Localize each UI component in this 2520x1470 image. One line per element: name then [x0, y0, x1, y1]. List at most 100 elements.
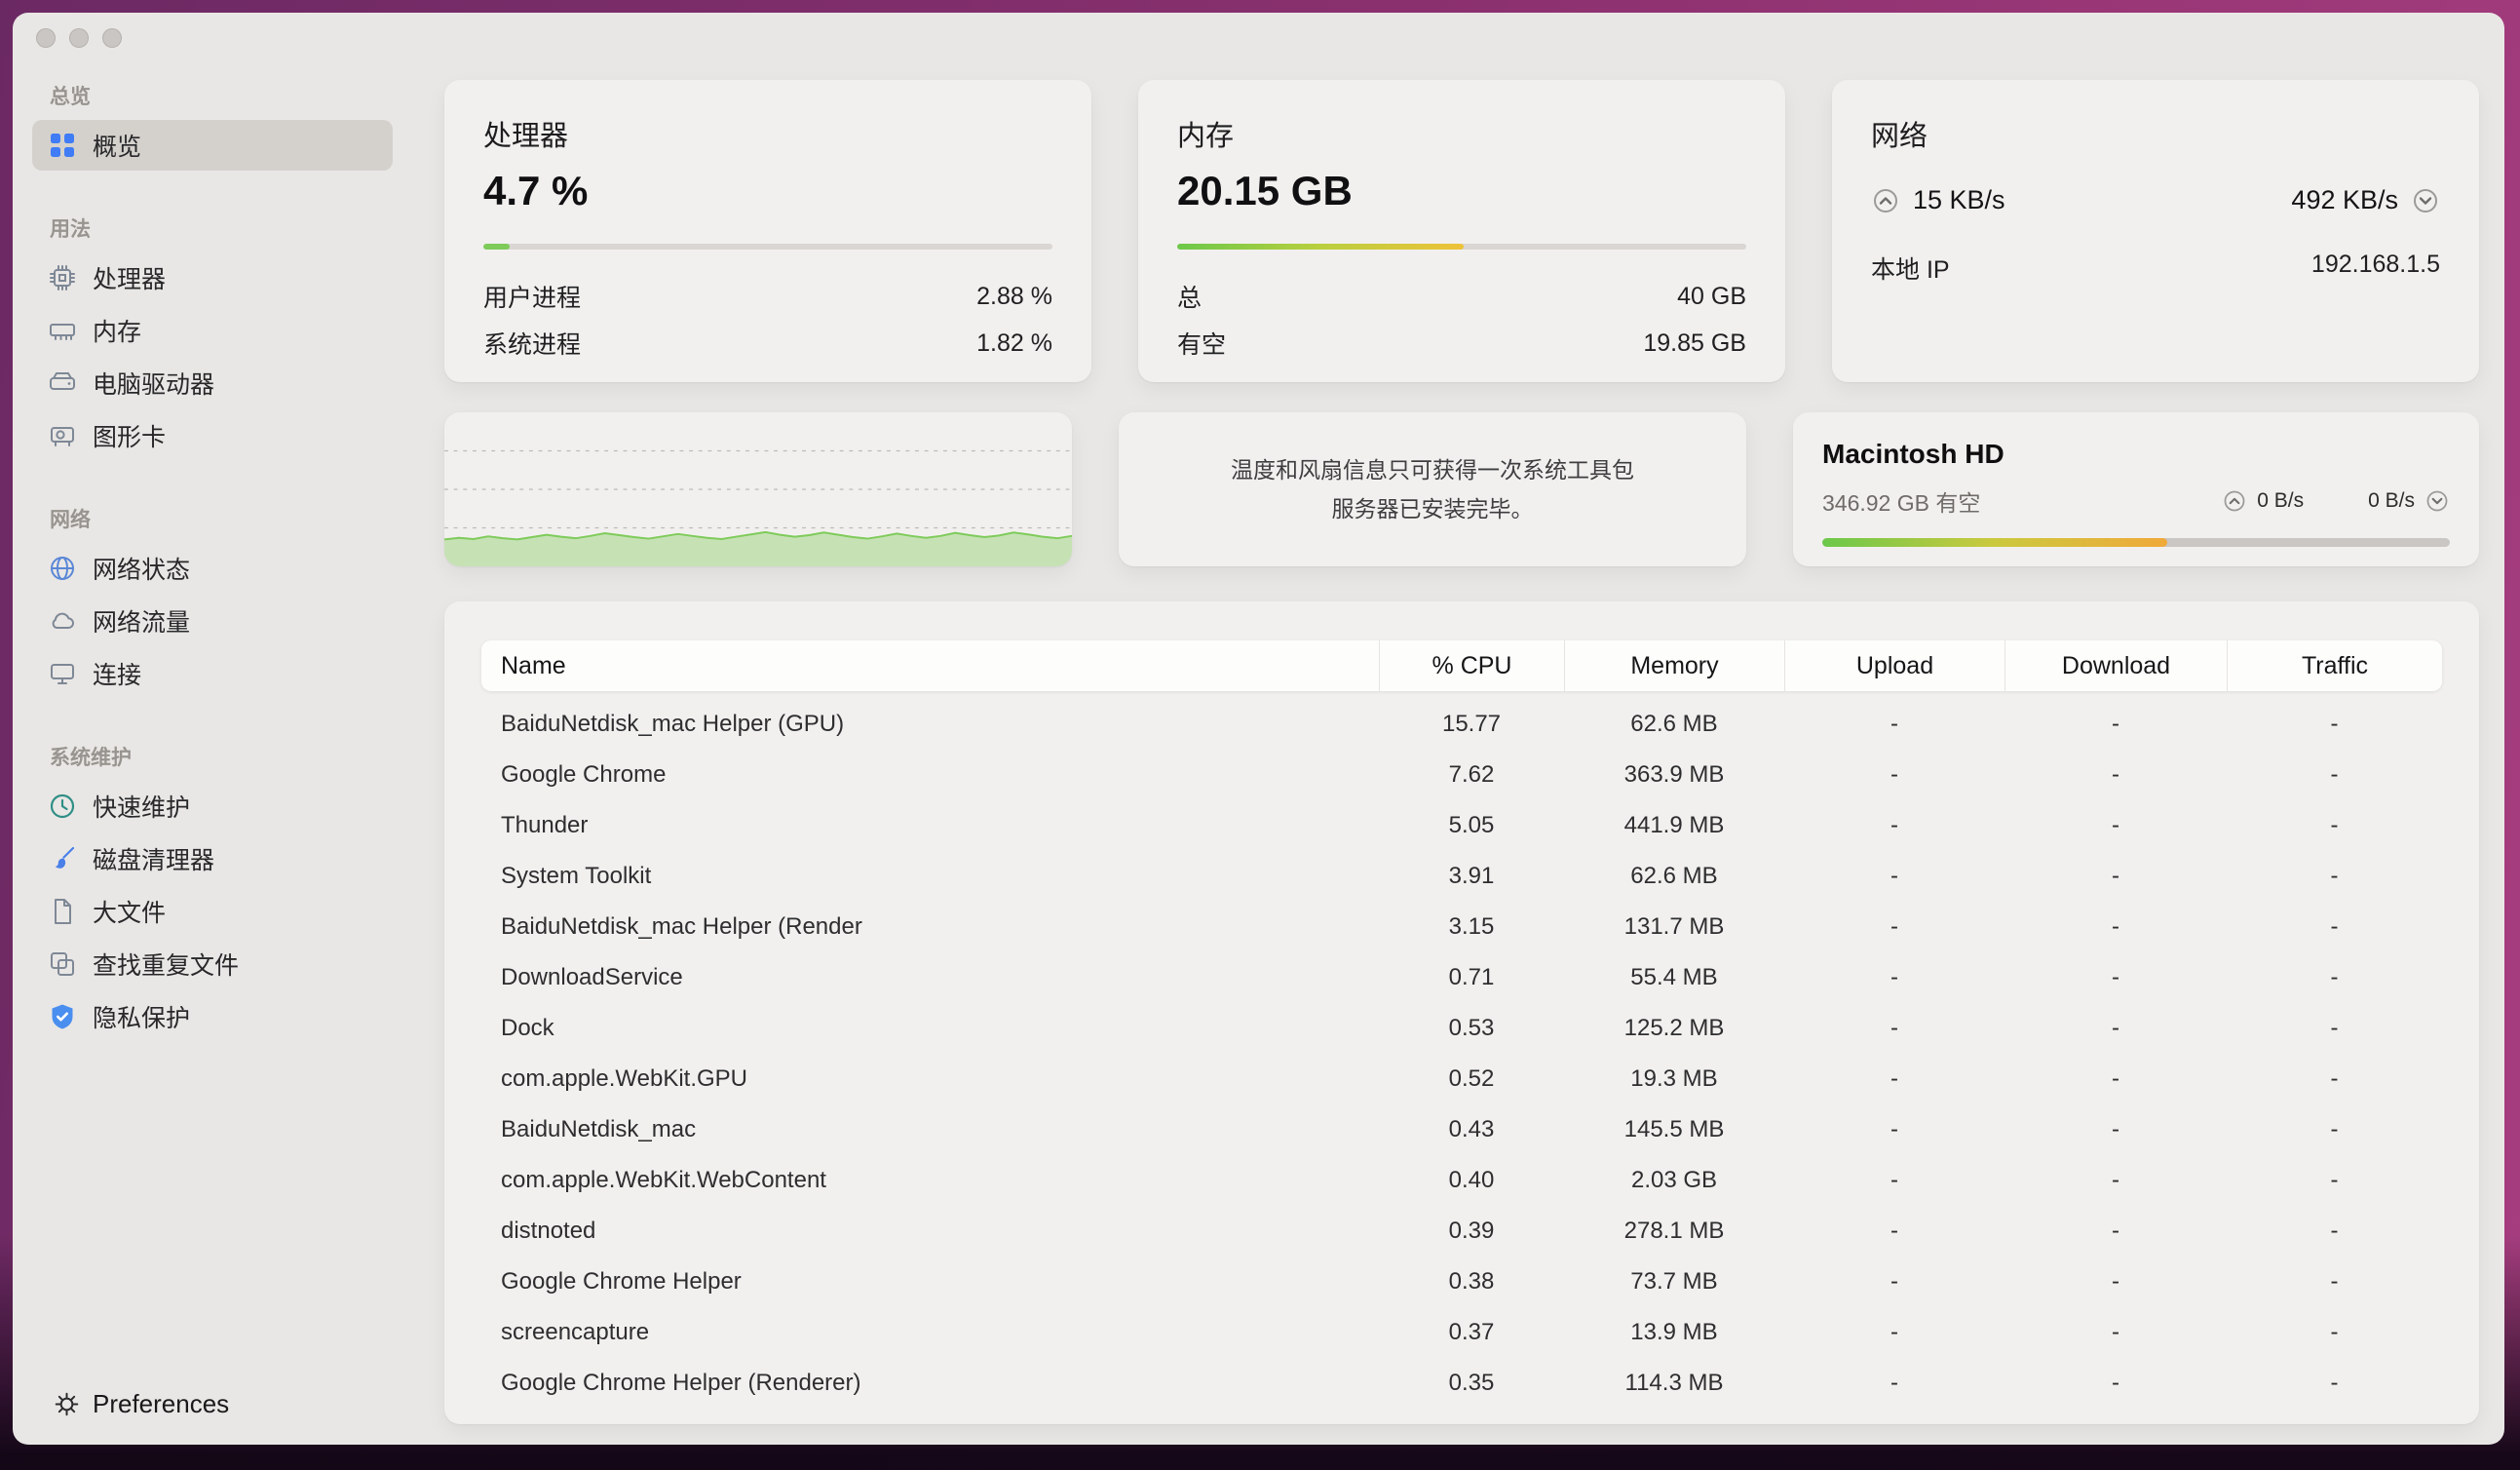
process-upload-cell: - — [1784, 1065, 2005, 1093]
local-ip-label: 本地 IP — [1871, 251, 1950, 286]
table-row[interactable]: Thunder5.05441.9 MB--- — [481, 800, 2442, 851]
sidebar-item-network-traffic[interactable]: 网络流量 — [32, 596, 393, 646]
cpu-icon — [48, 263, 77, 292]
process-memory-cell: 131.7 MB — [1564, 913, 1784, 941]
sidebar-item-overview[interactable]: 概览 — [32, 120, 393, 171]
cpu-history-chart — [444, 412, 1072, 566]
sidebar-item-large-files[interactable]: 大文件 — [32, 886, 393, 937]
close-button[interactable] — [36, 28, 56, 48]
table-row[interactable]: com.apple.WebKit.WebContent0.402.03 GB--… — [481, 1155, 2442, 1206]
sidebar-item-connections[interactable]: 连接 — [32, 648, 393, 699]
process-memory-cell: 145.5 MB — [1564, 1116, 1784, 1143]
process-name-cell: screencapture — [481, 1319, 1379, 1346]
table-row[interactable]: BaiduNetdisk_mac Helper (GPU)15.7762.6 M… — [481, 699, 2442, 750]
column-header-memory[interactable]: Memory — [1564, 640, 1784, 691]
process-memory-cell: 62.6 MB — [1564, 711, 1784, 738]
sidebar-item-label: 网络流量 — [93, 603, 190, 638]
privacy-shield-icon — [48, 1002, 77, 1031]
process-download-cell: - — [2005, 812, 2227, 839]
sidebar-item-network-status[interactable]: 网络状态 — [32, 543, 393, 594]
table-row[interactable]: Google Chrome Helper (Renderer)0.35114.3… — [481, 1358, 2442, 1409]
process-memory-cell: 114.3 MB — [1564, 1370, 1784, 1397]
process-cpu-cell: 0.71 — [1379, 964, 1564, 991]
overview-grid-icon — [48, 131, 77, 160]
sidebar-item-label: 查找重复文件 — [93, 947, 239, 982]
zoom-button[interactable] — [102, 28, 122, 48]
disk-bar-fill — [1822, 538, 2167, 547]
sidebar-item-label: 概览 — [93, 128, 141, 163]
process-memory-cell: 19.3 MB — [1564, 1065, 1784, 1093]
column-header-name[interactable]: Name — [481, 640, 1379, 691]
table-row[interactable]: com.apple.WebKit.GPU0.5219.3 MB--- — [481, 1054, 2442, 1104]
traffic-lights — [13, 28, 414, 48]
app-window: 总览 概览 用法 处理器 内存 电脑驱动器 — [13, 13, 2504, 1445]
process-upload-cell: - — [1784, 1268, 2005, 1296]
disk-upload-rate: 0 B/s — [2257, 489, 2304, 513]
sidebar-item-gpu[interactable]: 图形卡 — [32, 410, 393, 461]
network-download-rate: 492 KB/s — [2291, 185, 2398, 215]
sidebar-item-quick-maintenance[interactable]: 快速维护 — [32, 781, 393, 832]
sidebar-item-drives[interactable]: 电脑驱动器 — [32, 358, 393, 408]
process-name-cell: BaiduNetdisk_mac — [481, 1116, 1379, 1143]
process-download-cell: - — [2005, 1015, 2227, 1042]
connections-icon — [48, 659, 77, 688]
disk-download-circle-icon — [2425, 488, 2450, 514]
process-upload-cell: - — [1784, 1218, 2005, 1245]
document-icon — [48, 897, 77, 926]
process-download-cell: - — [2005, 913, 2227, 941]
process-traffic-cell: - — [2227, 812, 2442, 839]
column-header-traffic[interactable]: Traffic — [2227, 640, 2442, 691]
sidebar-item-cpu[interactable]: 处理器 — [32, 252, 393, 303]
table-row[interactable]: BaiduNetdisk_mac0.43145.5 MB--- — [481, 1104, 2442, 1155]
process-traffic-cell: - — [2227, 711, 2442, 738]
table-row[interactable]: Google Chrome Helper0.3873.7 MB--- — [481, 1257, 2442, 1307]
cpu-bar-fill — [483, 244, 510, 250]
column-header-upload[interactable]: Upload — [1784, 640, 2005, 691]
process-upload-cell: - — [1784, 1116, 2005, 1143]
preferences-button[interactable]: Preferences — [54, 1389, 229, 1419]
section-title-network: 网络 — [50, 504, 414, 533]
process-table-card: Name % CPU Memory Upload Download Traffi… — [444, 601, 2479, 1424]
network-upload-rate: 15 KB/s — [1913, 185, 2005, 215]
process-memory-cell: 13.9 MB — [1564, 1319, 1784, 1346]
duplicate-icon — [48, 949, 77, 979]
table-row[interactable]: Dock0.53125.2 MB--- — [481, 1003, 2442, 1054]
table-row[interactable]: screencapture0.3713.9 MB--- — [481, 1307, 2442, 1358]
process-cpu-cell: 0.35 — [1379, 1370, 1564, 1397]
process-cpu-cell: 0.52 — [1379, 1065, 1564, 1093]
table-row[interactable]: Google Chrome7.62363.9 MB--- — [481, 750, 2442, 800]
table-row[interactable]: System Toolkit3.9162.6 MB--- — [481, 851, 2442, 902]
column-header-download[interactable]: Download — [2005, 640, 2227, 691]
process-upload-cell: - — [1784, 863, 2005, 890]
process-cpu-cell: 3.91 — [1379, 863, 1564, 890]
table-row[interactable]: BaiduNetdisk_mac Helper (Render3.15131.7… — [481, 902, 2442, 952]
local-ip-row: 本地 IP 192.168.1.5 — [1871, 251, 2440, 286]
disk-upload-circle-icon — [2222, 488, 2247, 514]
process-upload-cell: - — [1784, 812, 2005, 839]
process-traffic-cell: - — [2227, 1370, 2442, 1397]
disk-free-label: 346.92 GB 有空 — [1822, 484, 1980, 518]
memory-total-value: 40 GB — [1677, 283, 1746, 311]
sidebar-item-privacy[interactable]: 隐私保护 — [32, 991, 393, 1042]
sidebar-item-duplicate-finder[interactable]: 查找重复文件 — [32, 939, 393, 989]
sidebar-item-disk-cleaner[interactable]: 磁盘清理器 — [32, 833, 393, 884]
process-name-cell: DownloadService — [481, 964, 1379, 991]
cpu-user-row: 用户进程 2.88 % — [483, 273, 1052, 320]
memory-card: 内存 20.15 GB 总 40 GB 有空 19.85 GB — [1138, 80, 1785, 382]
sidebar-item-label: 隐私保护 — [93, 999, 190, 1034]
table-row[interactable]: distnoted0.39278.1 MB--- — [481, 1206, 2442, 1257]
process-cpu-cell: 15.77 — [1379, 711, 1564, 738]
cloud-icon — [48, 606, 77, 636]
column-header-cpu[interactable]: % CPU — [1379, 640, 1564, 691]
process-download-cell: - — [2005, 964, 2227, 991]
sidebar-item-label: 处理器 — [93, 260, 166, 295]
sidebar-item-label: 快速维护 — [93, 789, 190, 824]
memory-icon — [48, 316, 77, 345]
minimize-button[interactable] — [69, 28, 89, 48]
sidebar-item-memory[interactable]: 内存 — [32, 305, 393, 356]
table-row[interactable]: DownloadService0.7155.4 MB--- — [481, 952, 2442, 1003]
sidebar-item-label: 图形卡 — [93, 418, 166, 453]
sidebar-item-label: 内存 — [93, 313, 141, 348]
process-rows: BaiduNetdisk_mac Helper (GPU)15.7762.6 M… — [481, 699, 2442, 1409]
process-download-cell: - — [2005, 1268, 2227, 1296]
